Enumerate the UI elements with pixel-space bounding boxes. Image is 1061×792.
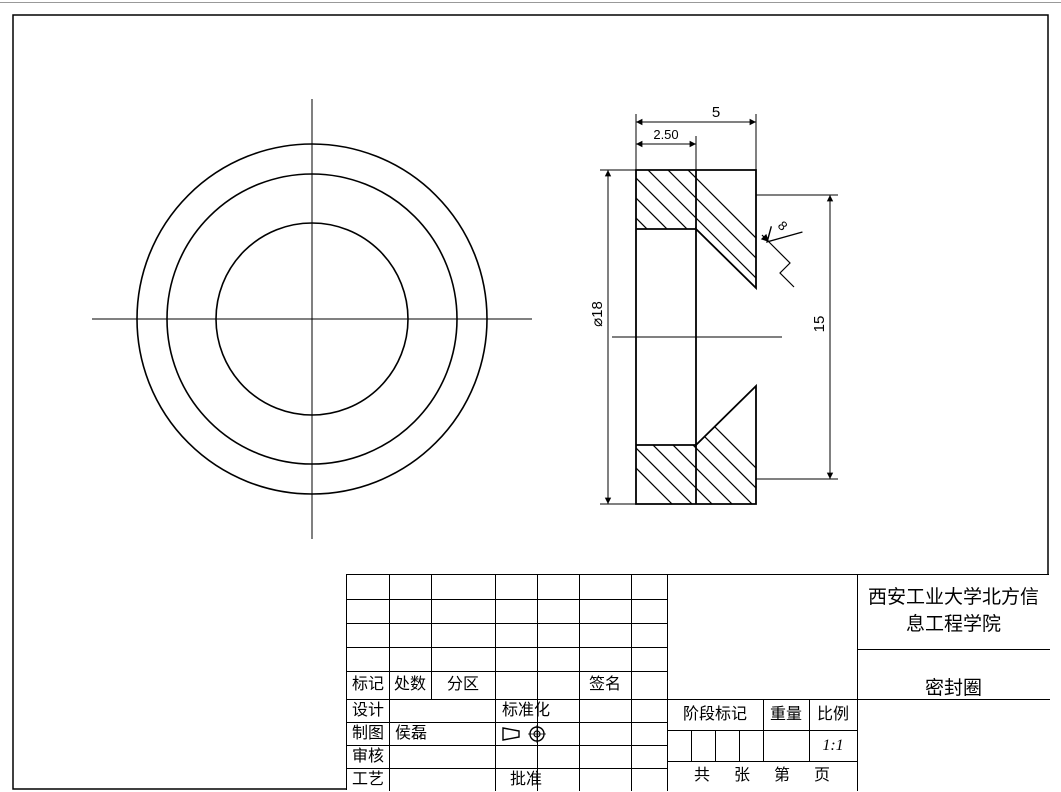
roughness-value: 8 xyxy=(775,218,791,234)
front-view xyxy=(92,99,532,539)
dim-value-15: 15 xyxy=(811,316,828,333)
sheets-total-prefix: 共 xyxy=(694,768,710,784)
row-design: 设计 xyxy=(347,699,389,722)
roughness-leader xyxy=(762,235,794,287)
tb-hline xyxy=(347,599,667,600)
scale-label: 比例 xyxy=(809,699,857,730)
sheets-row: 共 张 第 页 xyxy=(667,761,857,791)
tb-vline xyxy=(739,730,740,761)
drawing-sheet: 5 2.50 ⌀18 15 xyxy=(0,0,1061,792)
organization: 西安工业大学北方信 息工程学院 xyxy=(857,575,1050,649)
scale-value: 1:1 xyxy=(809,730,857,761)
tb-hline xyxy=(347,745,667,746)
dim-value-2p5: 2.50 xyxy=(653,127,678,142)
dim-value-dia18: ⌀18 xyxy=(589,301,606,327)
top-separator xyxy=(0,2,1061,3)
row-standardization: 标准化 xyxy=(495,699,557,722)
tb-vline xyxy=(389,699,390,791)
title-block: 标记 处数 分区 签名 设计 标准化 制图 侯磊 审核 工艺 批准 阶段标记 重… xyxy=(346,574,1049,790)
tb-vline-major xyxy=(667,575,668,791)
tb-vline xyxy=(631,699,632,791)
sheet-this-prefix: 第 xyxy=(774,768,790,784)
tb-vline xyxy=(495,575,496,699)
row-drawn-by: 侯磊 xyxy=(389,722,495,745)
stage-mark-label: 阶段标记 xyxy=(667,699,763,730)
projection-symbol-icon xyxy=(495,722,557,745)
tb-hline xyxy=(347,647,667,648)
weight-label: 重量 xyxy=(763,699,809,730)
part-name: 密封圈 xyxy=(857,649,1050,727)
tb-vline xyxy=(631,575,632,699)
rev-count-label: 处数 xyxy=(389,671,431,699)
rev-mark-label: 标记 xyxy=(347,671,389,699)
row-check: 审核 xyxy=(347,745,389,768)
row-process: 工艺 xyxy=(347,768,389,791)
sheet-this-unit: 页 xyxy=(814,768,830,784)
section-view: 5 2.50 ⌀18 15 xyxy=(589,94,838,614)
tb-vline xyxy=(579,699,580,791)
rev-zone-label: 分区 xyxy=(431,671,495,699)
tb-vline xyxy=(537,575,538,699)
sheets-total-unit: 张 xyxy=(734,768,750,784)
row-drawn: 制图 xyxy=(347,722,389,745)
dim-value-width: 5 xyxy=(712,104,720,121)
roughness-symbol: 8 xyxy=(761,214,802,255)
org-line1: 西安工业大学北方信 xyxy=(868,585,1039,612)
row-approve: 批准 xyxy=(495,768,557,791)
tb-hline xyxy=(347,623,667,624)
tb-vline xyxy=(715,730,716,761)
org-line2: 息工程学院 xyxy=(906,612,1001,639)
rev-sign-label: 签名 xyxy=(579,671,631,699)
dim-width-2p5: 2.50 xyxy=(636,127,696,170)
tb-vline xyxy=(691,730,692,761)
